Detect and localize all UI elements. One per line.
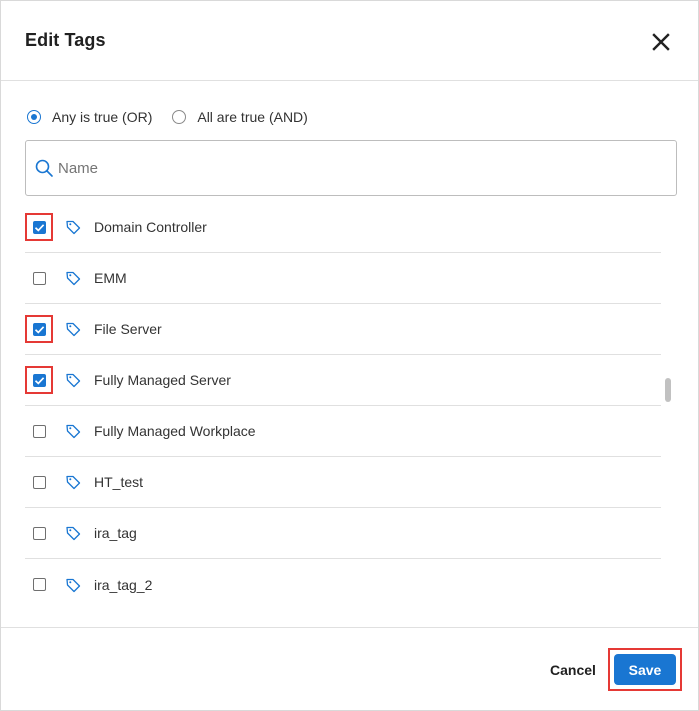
checkbox-box[interactable]: [32, 424, 46, 438]
dialog-title: Edit Tags: [25, 30, 106, 50]
radio-all-and[interactable]: All are true (AND): [172, 109, 308, 125]
checkbox-ira-tag-2[interactable]: [26, 572, 52, 598]
radio-any-or-label: Any is true (OR): [52, 109, 153, 125]
list-item: ira_tag_2: [25, 559, 661, 610]
checkbox-domain-controller[interactable]: [25, 213, 53, 241]
check-icon: [34, 224, 45, 232]
radio-all-and-indicator[interactable]: [172, 110, 187, 124]
checkbox-fully-managed-workplace[interactable]: [26, 418, 52, 444]
tag-label: Fully Managed Server: [94, 372, 231, 388]
tag-list: Domain Controller EMM File Server Fully …: [25, 202, 661, 610]
checkbox-file-server[interactable]: [25, 315, 53, 343]
tag-icon: [66, 526, 81, 541]
tag-label: Domain Controller: [94, 219, 207, 235]
radio-all-and-label: All are true (AND): [197, 109, 308, 125]
tag-icon: [66, 424, 81, 439]
check-icon: [34, 326, 45, 334]
checkbox-ira-tag[interactable]: [26, 520, 52, 546]
checkbox-box[interactable]: [32, 220, 46, 234]
save-button[interactable]: Save: [614, 654, 676, 685]
radio-any-or-indicator[interactable]: [27, 110, 41, 124]
list-item: HT_test: [25, 457, 661, 508]
tag-icon: [66, 475, 81, 490]
tag-icon: [66, 373, 81, 388]
checkbox-box[interactable]: [32, 475, 46, 489]
list-item: Fully Managed Server: [25, 355, 661, 406]
filter-mode-group: Any is true (OR) All are true (AND): [27, 107, 328, 127]
list-item: Fully Managed Workplace: [25, 406, 661, 457]
list-item: File Server: [25, 304, 661, 355]
list-item: Domain Controller: [25, 202, 661, 253]
tag-label: HT_test: [94, 474, 144, 490]
list-item: EMM: [25, 253, 661, 304]
tag-icon: [66, 578, 81, 592]
search-icon: [35, 159, 53, 177]
checkbox-box[interactable]: [32, 526, 46, 540]
edit-tags-dialog: Edit Tags Any is true (OR) All are true …: [0, 0, 699, 711]
dialog-footer: Cancel Save: [1, 627, 698, 711]
cancel-button[interactable]: Cancel: [543, 658, 603, 682]
tag-label: ira_tag: [94, 525, 137, 541]
checkbox-box[interactable]: [32, 373, 46, 387]
checkbox-emm[interactable]: [26, 265, 52, 291]
tag-label: EMM: [94, 270, 127, 286]
checkbox-box[interactable]: [32, 322, 46, 336]
search-input[interactable]: [58, 159, 648, 177]
dialog-header: Edit Tags: [1, 1, 698, 81]
checkbox-box[interactable]: [32, 578, 46, 591]
save-button-highlight: Save: [608, 648, 682, 691]
checkbox-ht-test[interactable]: [26, 469, 52, 495]
list-item: ira_tag: [25, 508, 661, 559]
tag-icon: [66, 322, 81, 337]
list-scrollbar-thumb[interactable]: [665, 378, 671, 402]
radio-any-or[interactable]: Any is true (OR): [27, 109, 152, 125]
tag-icon: [66, 271, 81, 286]
tag-label: ira_tag_2: [94, 576, 153, 593]
check-icon: [34, 377, 45, 385]
checkbox-box[interactable]: [32, 271, 46, 285]
close-button[interactable]: [647, 28, 675, 56]
search-box: [25, 140, 677, 196]
close-icon: [652, 33, 670, 51]
tag-label: File Server: [94, 321, 162, 337]
checkbox-fully-managed-server[interactable]: [25, 366, 53, 394]
tag-label: Fully Managed Workplace: [94, 423, 256, 439]
tag-icon: [66, 220, 81, 235]
